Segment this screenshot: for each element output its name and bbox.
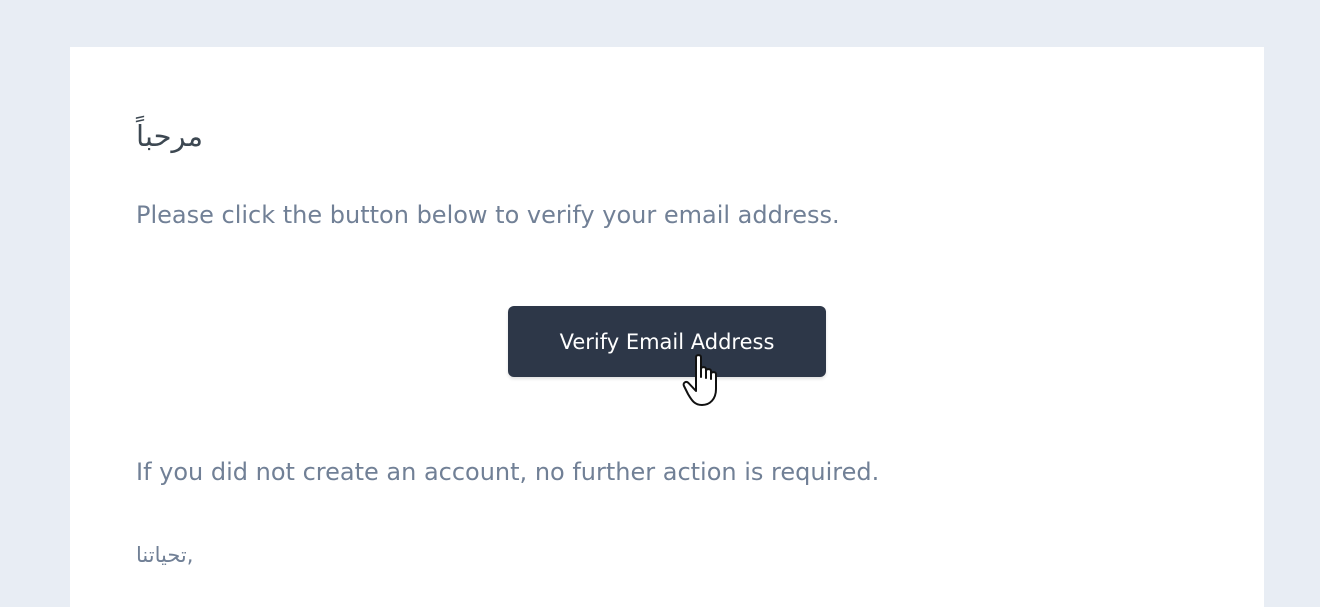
email-salutation: تحياتنا, [136, 543, 194, 567]
email-card: مرحباً Please click the button below to … [70, 47, 1264, 607]
email-greeting: مرحباً [136, 119, 204, 153]
email-intro-line: Please click the button below to verify … [136, 201, 840, 229]
email-outro-line: If you did not create an account, no fur… [136, 458, 880, 486]
verify-email-button[interactable]: Verify Email Address [508, 306, 826, 377]
hand-pointer-icon [682, 354, 717, 406]
